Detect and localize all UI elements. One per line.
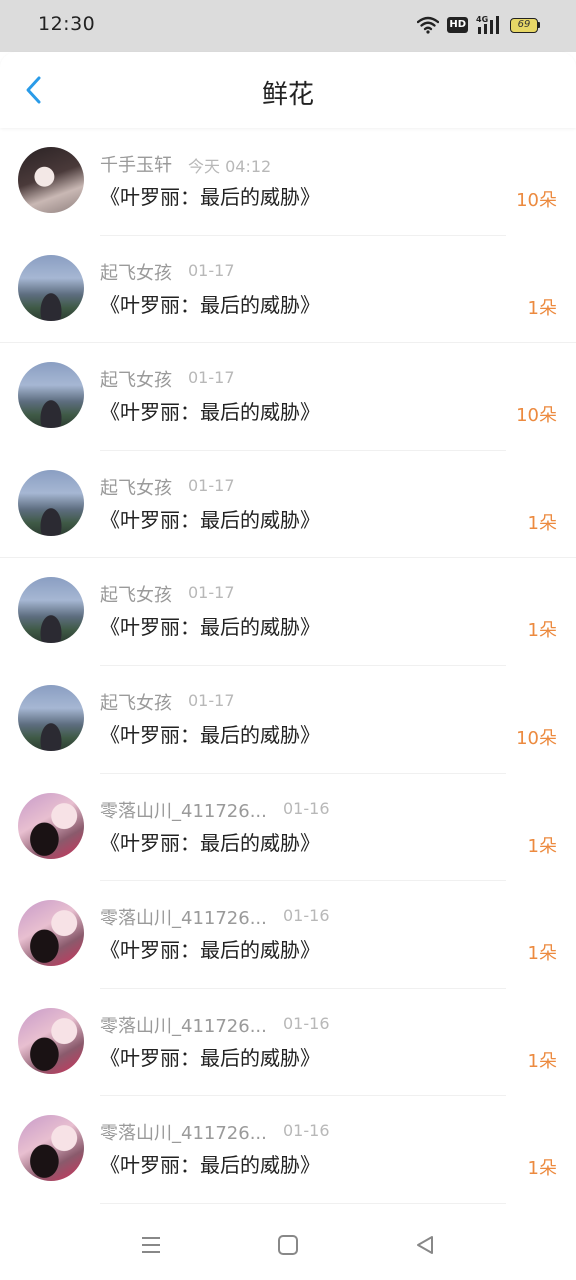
flower-count: 1朵	[527, 620, 557, 642]
list-item[interactable]: 起飞女孩 01-17 《叶罗丽：最后的威胁》 1朵	[0, 236, 576, 344]
signal-icon: 4G	[476, 15, 502, 35]
user-name: 零落山川_411726...	[100, 800, 267, 822]
flower-count: 1朵	[527, 297, 557, 319]
flower-count: 10朵	[516, 190, 557, 211]
user-name: 起飞女孩	[100, 477, 172, 499]
book-title: 《叶罗丽：最后的威胁》	[100, 185, 320, 209]
list-item[interactable]: 零落山川_411726... 01-16 《叶罗丽：最后的威胁》 1朵	[0, 774, 576, 882]
status-time: 12:30	[38, 13, 96, 35]
menu-icon	[142, 1237, 160, 1253]
flower-count: 10朵	[516, 727, 557, 749]
flower-list: 千手玉轩 今天 04:12 《叶罗丽：最后的威胁》 10朵 起飞女孩 01-17 《叶罗丽：…	[0, 128, 576, 1204]
avatar[interactable]	[18, 1007, 84, 1074]
avatar[interactable]	[18, 900, 84, 967]
book-title: 《叶罗丽：最后的威胁》	[100, 507, 320, 532]
header-bar: 鲜花	[0, 52, 576, 128]
avatar[interactable]	[18, 362, 84, 429]
list-item[interactable]: 起飞女孩 01-17 《叶罗丽：最后的威胁》 1朵	[0, 558, 576, 666]
book-title: 《叶罗丽：最后的威胁》	[100, 722, 320, 747]
menu-button[interactable]	[136, 1230, 166, 1260]
timestamp: 01-17	[188, 368, 235, 388]
list-item[interactable]: 零落山川_411726... 01-16 《叶罗丽：最后的威胁》 1朵	[0, 989, 576, 1097]
timestamp: 01-17	[188, 583, 235, 603]
list-item[interactable]: 零落山川_411726... 01-16 《叶罗丽：最后的威胁》 1朵	[0, 1096, 576, 1204]
back-triangle-icon	[417, 1236, 433, 1254]
timestamp: 01-17	[188, 475, 235, 495]
book-title: 《叶罗丽：最后的威胁》	[100, 1045, 320, 1070]
signal-label: 4G	[476, 15, 488, 24]
page-title: 鲜花	[261, 80, 314, 110]
user-name: 起飞女孩	[100, 262, 172, 284]
book-title: 《叶罗丽：最后的威胁》	[100, 615, 320, 640]
user-name: 起飞女孩	[100, 692, 172, 714]
list-item[interactable]: 起飞女孩 01-17 《叶罗丽：最后的威胁》 1朵	[0, 451, 576, 559]
avatar[interactable]	[18, 147, 84, 213]
timestamp: 今天 04:12	[188, 157, 272, 176]
avatar[interactable]	[18, 684, 84, 751]
battery-icon: 69	[510, 17, 540, 33]
timestamp: 01-17	[188, 260, 235, 280]
list-item[interactable]: 起飞女孩 01-17 《叶罗丽：最后的威胁》 10朵	[0, 343, 576, 451]
avatar[interactable]	[18, 469, 84, 536]
timestamp: 01-16	[283, 798, 330, 818]
avatar[interactable]	[18, 792, 84, 859]
flower-count: 1朵	[527, 1050, 557, 1072]
home-icon	[278, 1235, 298, 1255]
flower-count: 1朵	[527, 512, 557, 534]
book-title: 《叶罗丽：最后的威胁》	[100, 400, 320, 425]
user-name: 零落山川_411726...	[100, 1015, 267, 1037]
battery-level: 69	[510, 17, 538, 33]
book-title: 《叶罗丽：最后的威胁》	[100, 292, 320, 317]
home-button[interactable]	[273, 1230, 303, 1260]
hd-badge: HD	[447, 17, 468, 33]
status-icons: HD 4G 69	[417, 15, 540, 35]
list-item[interactable]: 起飞女孩 01-17 《叶罗丽：最后的威胁》 10朵	[0, 666, 576, 774]
user-name: 千手玉轩	[100, 155, 172, 176]
list-item[interactable]: 千手玉轩 今天 04:12 《叶罗丽：最后的威胁》 10朵	[0, 128, 576, 236]
timestamp: 01-16	[283, 1013, 330, 1033]
timestamp: 01-16	[283, 906, 330, 926]
flower-count: 1朵	[527, 943, 557, 965]
user-name: 起飞女孩	[100, 370, 172, 392]
user-name: 零落山川_411726...	[100, 1123, 267, 1145]
status-bar: 12:30 HD 4G 69	[0, 0, 576, 52]
timestamp: 01-16	[283, 1121, 330, 1141]
battery-tip	[538, 22, 540, 28]
timestamp: 01-17	[188, 690, 235, 710]
system-back-button[interactable]	[410, 1230, 440, 1260]
book-title: 《叶罗丽：最后的威胁》	[100, 830, 320, 855]
wifi-icon	[417, 16, 440, 34]
list-item[interactable]: 零落山川_411726... 01-16 《叶罗丽：最后的威胁》 1朵	[0, 881, 576, 989]
avatar[interactable]	[18, 1115, 84, 1182]
flower-count: 1朵	[527, 835, 557, 857]
flower-count: 1朵	[527, 1158, 557, 1180]
user-name: 起飞女孩	[100, 585, 172, 607]
system-nav-bar	[0, 1208, 576, 1280]
book-title: 《叶罗丽：最后的威胁》	[100, 1153, 320, 1178]
avatar[interactable]	[18, 254, 84, 321]
avatar[interactable]	[18, 577, 84, 644]
user-name: 零落山川_411726...	[100, 908, 267, 930]
book-title: 《叶罗丽：最后的威胁》	[100, 938, 320, 963]
flower-count: 10朵	[516, 405, 557, 427]
